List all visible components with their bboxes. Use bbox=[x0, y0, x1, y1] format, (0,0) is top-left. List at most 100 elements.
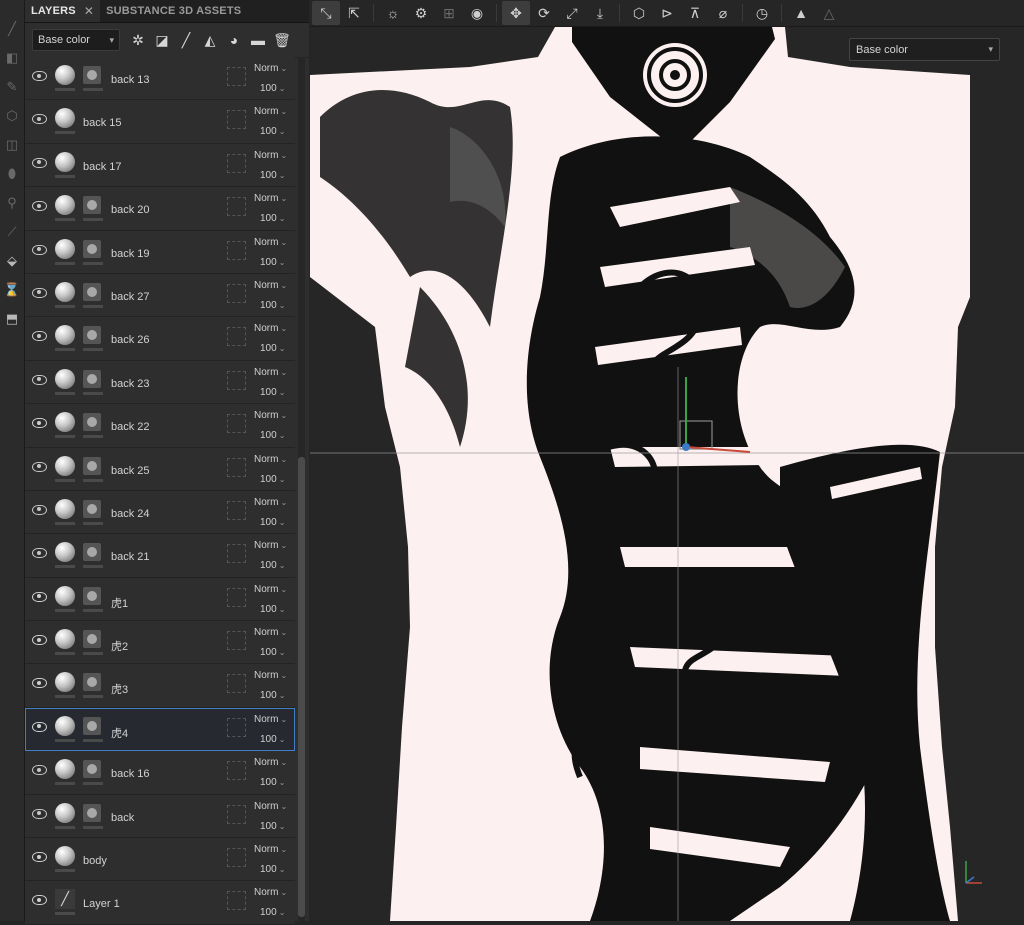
rotate-icon[interactable]: ⟳ bbox=[530, 1, 558, 25]
channel-select[interactable]: Base color ▾ bbox=[32, 29, 120, 51]
opacity-select[interactable]: 100 ⌄ bbox=[260, 83, 285, 94]
layer-row[interactable]: 虎1 Norm ⌄ 100 ⌄ bbox=[25, 577, 295, 622]
layer-name[interactable]: back 21 bbox=[111, 551, 150, 563]
material-thumbnail[interactable] bbox=[55, 585, 75, 606]
blend-mode-select[interactable]: Norm ⌄ bbox=[254, 193, 287, 204]
blend-mode-select[interactable]: Norm ⌄ bbox=[254, 757, 287, 768]
mask-thumbnail[interactable] bbox=[83, 66, 101, 84]
layer-row[interactable]: back 20 Norm ⌄ 100 ⌄ bbox=[25, 187, 295, 231]
mask-thumbnail[interactable] bbox=[83, 673, 101, 692]
layer-row[interactable]: ╱ Layer 1 Norm ⌄ 100 ⌄ bbox=[25, 881, 295, 925]
visibility-eye-icon[interactable] bbox=[32, 895, 47, 906]
layer-name[interactable]: back 13 bbox=[111, 74, 150, 86]
material-thumbnail[interactable] bbox=[55, 151, 75, 172]
material-thumbnail[interactable] bbox=[55, 672, 75, 693]
layer-row[interactable]: back 23 Norm ⌄ 100 ⌄ bbox=[25, 360, 295, 405]
mask-thumbnail[interactable] bbox=[83, 326, 101, 345]
layer-name[interactable]: back 23 bbox=[111, 378, 150, 390]
visibility-eye-icon[interactable] bbox=[32, 504, 47, 515]
blend-mode-select[interactable]: Norm ⌄ bbox=[254, 844, 287, 855]
folder-icon[interactable]: ▬ bbox=[246, 28, 270, 52]
bake-tool-icon[interactable]: ⌛ bbox=[0, 275, 24, 304]
smudge-tool-icon[interactable]: ◫ bbox=[0, 130, 24, 159]
mask-thumbnail[interactable] bbox=[83, 543, 101, 562]
material-thumbnail[interactable] bbox=[55, 802, 75, 823]
visibility-eye-icon[interactable] bbox=[32, 678, 47, 689]
material-thumbnail[interactable] bbox=[55, 846, 75, 867]
visibility-eye-icon[interactable] bbox=[32, 461, 47, 472]
camera-icon[interactable]: ◉ bbox=[463, 1, 491, 25]
no-snap-icon[interactable]: ⌀ bbox=[709, 1, 737, 25]
render-disabled-icon[interactable]: △ bbox=[815, 1, 843, 25]
material-thumbnail[interactable] bbox=[55, 195, 75, 216]
material-thumbnail[interactable] bbox=[55, 108, 75, 129]
render-icon[interactable]: ▲ bbox=[787, 1, 815, 25]
geometry-mask-icon[interactable]: ⬙ bbox=[0, 246, 24, 275]
blend-mode-select[interactable]: Norm ⌄ bbox=[254, 454, 287, 465]
opacity-select[interactable]: 100 ⌄ bbox=[260, 343, 285, 354]
layer-name[interactable]: back 24 bbox=[111, 508, 150, 520]
visibility-eye-icon[interactable] bbox=[32, 418, 47, 429]
layer-name[interactable]: back bbox=[111, 812, 134, 824]
opacity-select[interactable]: 100 ⌄ bbox=[260, 126, 285, 137]
blend-mode-select[interactable]: Norm ⌄ bbox=[254, 150, 287, 161]
layers-scrollbar[interactable] bbox=[298, 57, 305, 921]
layer-row[interactable]: back 27 Norm ⌄ 100 ⌄ bbox=[25, 273, 295, 318]
export-icon[interactable]: ⤓ bbox=[586, 1, 614, 25]
layer-name[interactable]: back 22 bbox=[111, 421, 150, 433]
opacity-select[interactable]: 100 ⌄ bbox=[260, 300, 285, 311]
mask-thumbnail[interactable] bbox=[83, 413, 101, 432]
bake-icon[interactable]: ⊞ bbox=[435, 1, 463, 25]
clone-tool-icon[interactable]: ⬮ bbox=[0, 159, 24, 188]
layer-name[interactable]: back 25 bbox=[111, 465, 150, 477]
mask-thumbnail[interactable] bbox=[83, 499, 101, 518]
smart-material-icon[interactable]: ◕ bbox=[222, 28, 246, 52]
mask-thumbnail[interactable] bbox=[83, 630, 101, 649]
scale-icon[interactable]: ⤢ bbox=[558, 1, 586, 25]
opacity-select[interactable]: 100 ⌄ bbox=[260, 821, 285, 832]
symmetry-icon[interactable]: ☼ bbox=[379, 1, 407, 25]
layer-row[interactable]: back 19 Norm ⌄ 100 ⌄ bbox=[25, 230, 295, 274]
export-tool-icon[interactable]: ⬒ bbox=[0, 304, 24, 333]
layer-row[interactable]: back 21 Norm ⌄ 100 ⌄ bbox=[25, 534, 295, 578]
blend-mode-select[interactable]: Norm ⌄ bbox=[254, 280, 287, 291]
material-thumbnail[interactable] bbox=[55, 629, 75, 650]
mask-icon[interactable]: ◪ bbox=[150, 28, 174, 52]
layer-row[interactable]: back 24 Norm ⌄ 100 ⌄ bbox=[25, 490, 295, 535]
blend-mode-select[interactable]: Norm ⌄ bbox=[254, 63, 287, 74]
layer-name[interactable]: 虎4 bbox=[111, 725, 128, 741]
opacity-select[interactable]: 100 ⌄ bbox=[260, 907, 285, 918]
visibility-eye-icon[interactable] bbox=[32, 374, 47, 385]
blend-mode-select[interactable]: Norm ⌄ bbox=[254, 367, 287, 378]
trash-icon[interactable]: 🗑 bbox=[270, 28, 294, 52]
mask-thumbnail[interactable] bbox=[83, 456, 101, 475]
tab-layers[interactable]: LAYERS ✕ bbox=[25, 0, 101, 22]
mask-thumbnail[interactable] bbox=[83, 803, 101, 822]
material-thumbnail[interactable] bbox=[55, 325, 75, 346]
layer-row[interactable]: back 16 Norm ⌄ 100 ⌄ bbox=[25, 751, 295, 795]
layer-row[interactable]: back Norm ⌄ 100 ⌄ bbox=[25, 794, 295, 839]
opacity-select[interactable]: 100 ⌄ bbox=[260, 777, 285, 788]
close-icon[interactable]: ✕ bbox=[84, 4, 94, 18]
paint-tool-icon[interactable]: ╱ bbox=[0, 14, 24, 43]
layer-row[interactable]: back 13 Norm ⌄ 100 ⌄ bbox=[25, 57, 295, 101]
blend-mode-select[interactable]: Norm ⌄ bbox=[254, 106, 287, 117]
blend-mode-select[interactable]: Norm ⌄ bbox=[254, 540, 287, 551]
settings-icon[interactable]: ⚙ bbox=[407, 1, 435, 25]
move-icon[interactable]: ✥ bbox=[502, 1, 530, 25]
layer-name[interactable]: 虎3 bbox=[111, 681, 128, 697]
paint-layer-thumbnail[interactable]: ╱ bbox=[55, 889, 75, 910]
visibility-eye-icon[interactable] bbox=[32, 331, 47, 342]
opacity-select[interactable]: 100 ⌄ bbox=[260, 734, 285, 745]
visibility-eye-icon[interactable] bbox=[32, 808, 47, 819]
layer-row[interactable]: back 15 Norm ⌄ 100 ⌄ bbox=[25, 100, 295, 144]
blend-mode-select[interactable]: Norm ⌄ bbox=[254, 801, 287, 812]
uv-transform-icon[interactable]: ⇱ bbox=[340, 1, 368, 25]
material-thumbnail[interactable] bbox=[55, 715, 75, 736]
layer-row[interactable]: body Norm ⌄ 100 ⌄ bbox=[25, 838, 295, 882]
material-thumbnail[interactable] bbox=[55, 498, 75, 519]
transform-icon[interactable]: ⤡ bbox=[312, 1, 340, 25]
mask-thumbnail[interactable] bbox=[83, 760, 101, 779]
layer-row[interactable]: back 17 Norm ⌄ 100 ⌄ bbox=[25, 143, 295, 188]
layer-name[interactable]: Layer 1 bbox=[83, 898, 120, 910]
